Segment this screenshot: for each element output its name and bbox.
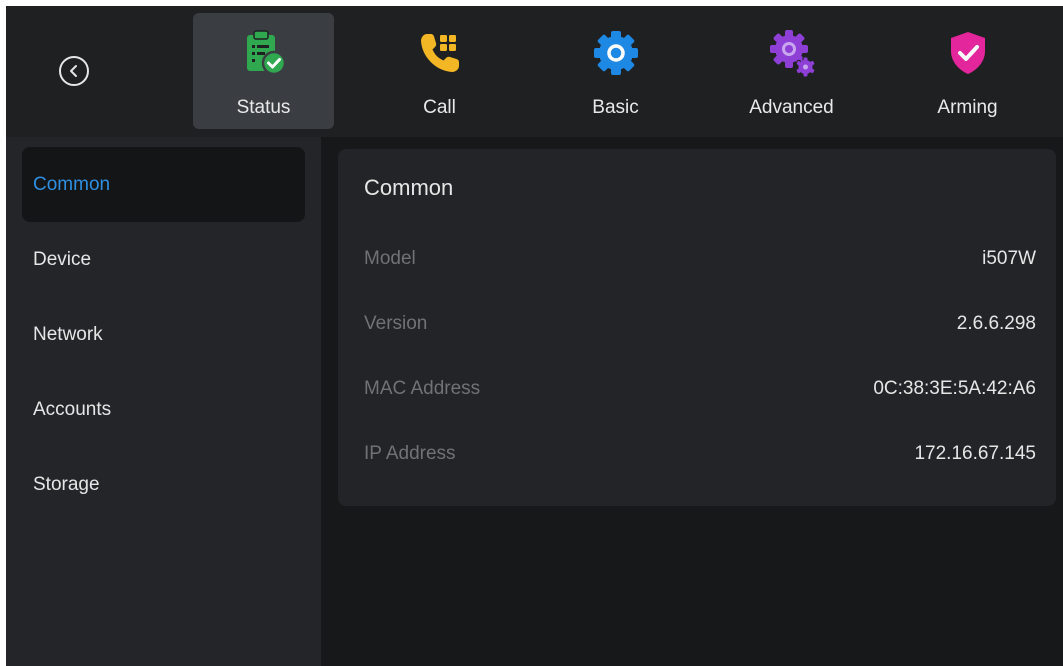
tab-arming-label: Arming xyxy=(937,97,998,118)
sidebar-item-common[interactable]: Common xyxy=(22,147,305,222)
info-row-model: Model i507W xyxy=(364,248,1036,278)
sidebar-item-label: Common xyxy=(33,174,111,195)
tab-status[interactable]: Status xyxy=(193,13,334,129)
app-screen: Status Call Basic Advanced Arming Common… xyxy=(6,6,1063,666)
version-value: 2.6.6.298 xyxy=(956,313,1036,334)
model-label: Model xyxy=(364,248,416,269)
tab-basic[interactable]: Basic xyxy=(545,13,686,129)
info-row-ip-address: IP Address 172.16.67.145 xyxy=(364,443,1036,473)
sidebar-item-label: Device xyxy=(33,249,92,270)
shield-check-icon xyxy=(950,32,985,74)
info-row-version: Version 2.6.6.298 xyxy=(364,313,1036,343)
mac-address-value: 0C:38:3E:5A:42:A6 xyxy=(873,378,1036,399)
advanced-gears-icon xyxy=(769,30,815,78)
chevron-left-icon xyxy=(70,65,77,77)
tab-basic-label: Basic xyxy=(592,97,639,118)
sidebar-item-accounts[interactable]: Accounts xyxy=(22,372,305,447)
ip-address-label: IP Address xyxy=(364,443,456,464)
sidebar-item-label: Network xyxy=(33,324,103,345)
mac-address-label: MAC Address xyxy=(364,378,481,399)
top-nav-bar: Status Call Basic Advanced Arming xyxy=(6,6,1063,137)
sidebar-item-device[interactable]: Device xyxy=(22,222,305,297)
page-title: Common xyxy=(364,175,454,200)
sidebar: Common Device Network Accounts Storage xyxy=(6,137,321,666)
info-row-mac-address: MAC Address 0C:38:3E:5A:42:A6 xyxy=(364,378,1036,408)
version-label: Version xyxy=(364,313,428,334)
tab-status-label: Status xyxy=(236,97,291,118)
tab-call[interactable]: Call xyxy=(369,13,510,129)
back-button[interactable] xyxy=(59,56,89,86)
sidebar-item-network[interactable]: Network xyxy=(22,297,305,372)
tab-call-label: Call xyxy=(423,97,456,118)
gear-icon xyxy=(593,31,638,75)
model-value: i507W xyxy=(982,248,1036,269)
tab-advanced-label: Advanced xyxy=(749,97,834,118)
common-info-card: Common Model i507W Version 2.6.6.298 MAC… xyxy=(338,149,1056,506)
sidebar-item-label: Storage xyxy=(33,474,100,495)
ip-address-value: 172.16.67.145 xyxy=(914,443,1036,464)
sidebar-item-storage[interactable]: Storage xyxy=(22,447,305,522)
phone-icon xyxy=(420,34,459,72)
status-clipboard-check-icon xyxy=(246,30,286,76)
tab-arming[interactable]: Arming xyxy=(897,13,1038,129)
sidebar-item-label: Accounts xyxy=(33,399,112,420)
tab-advanced[interactable]: Advanced xyxy=(721,13,862,129)
